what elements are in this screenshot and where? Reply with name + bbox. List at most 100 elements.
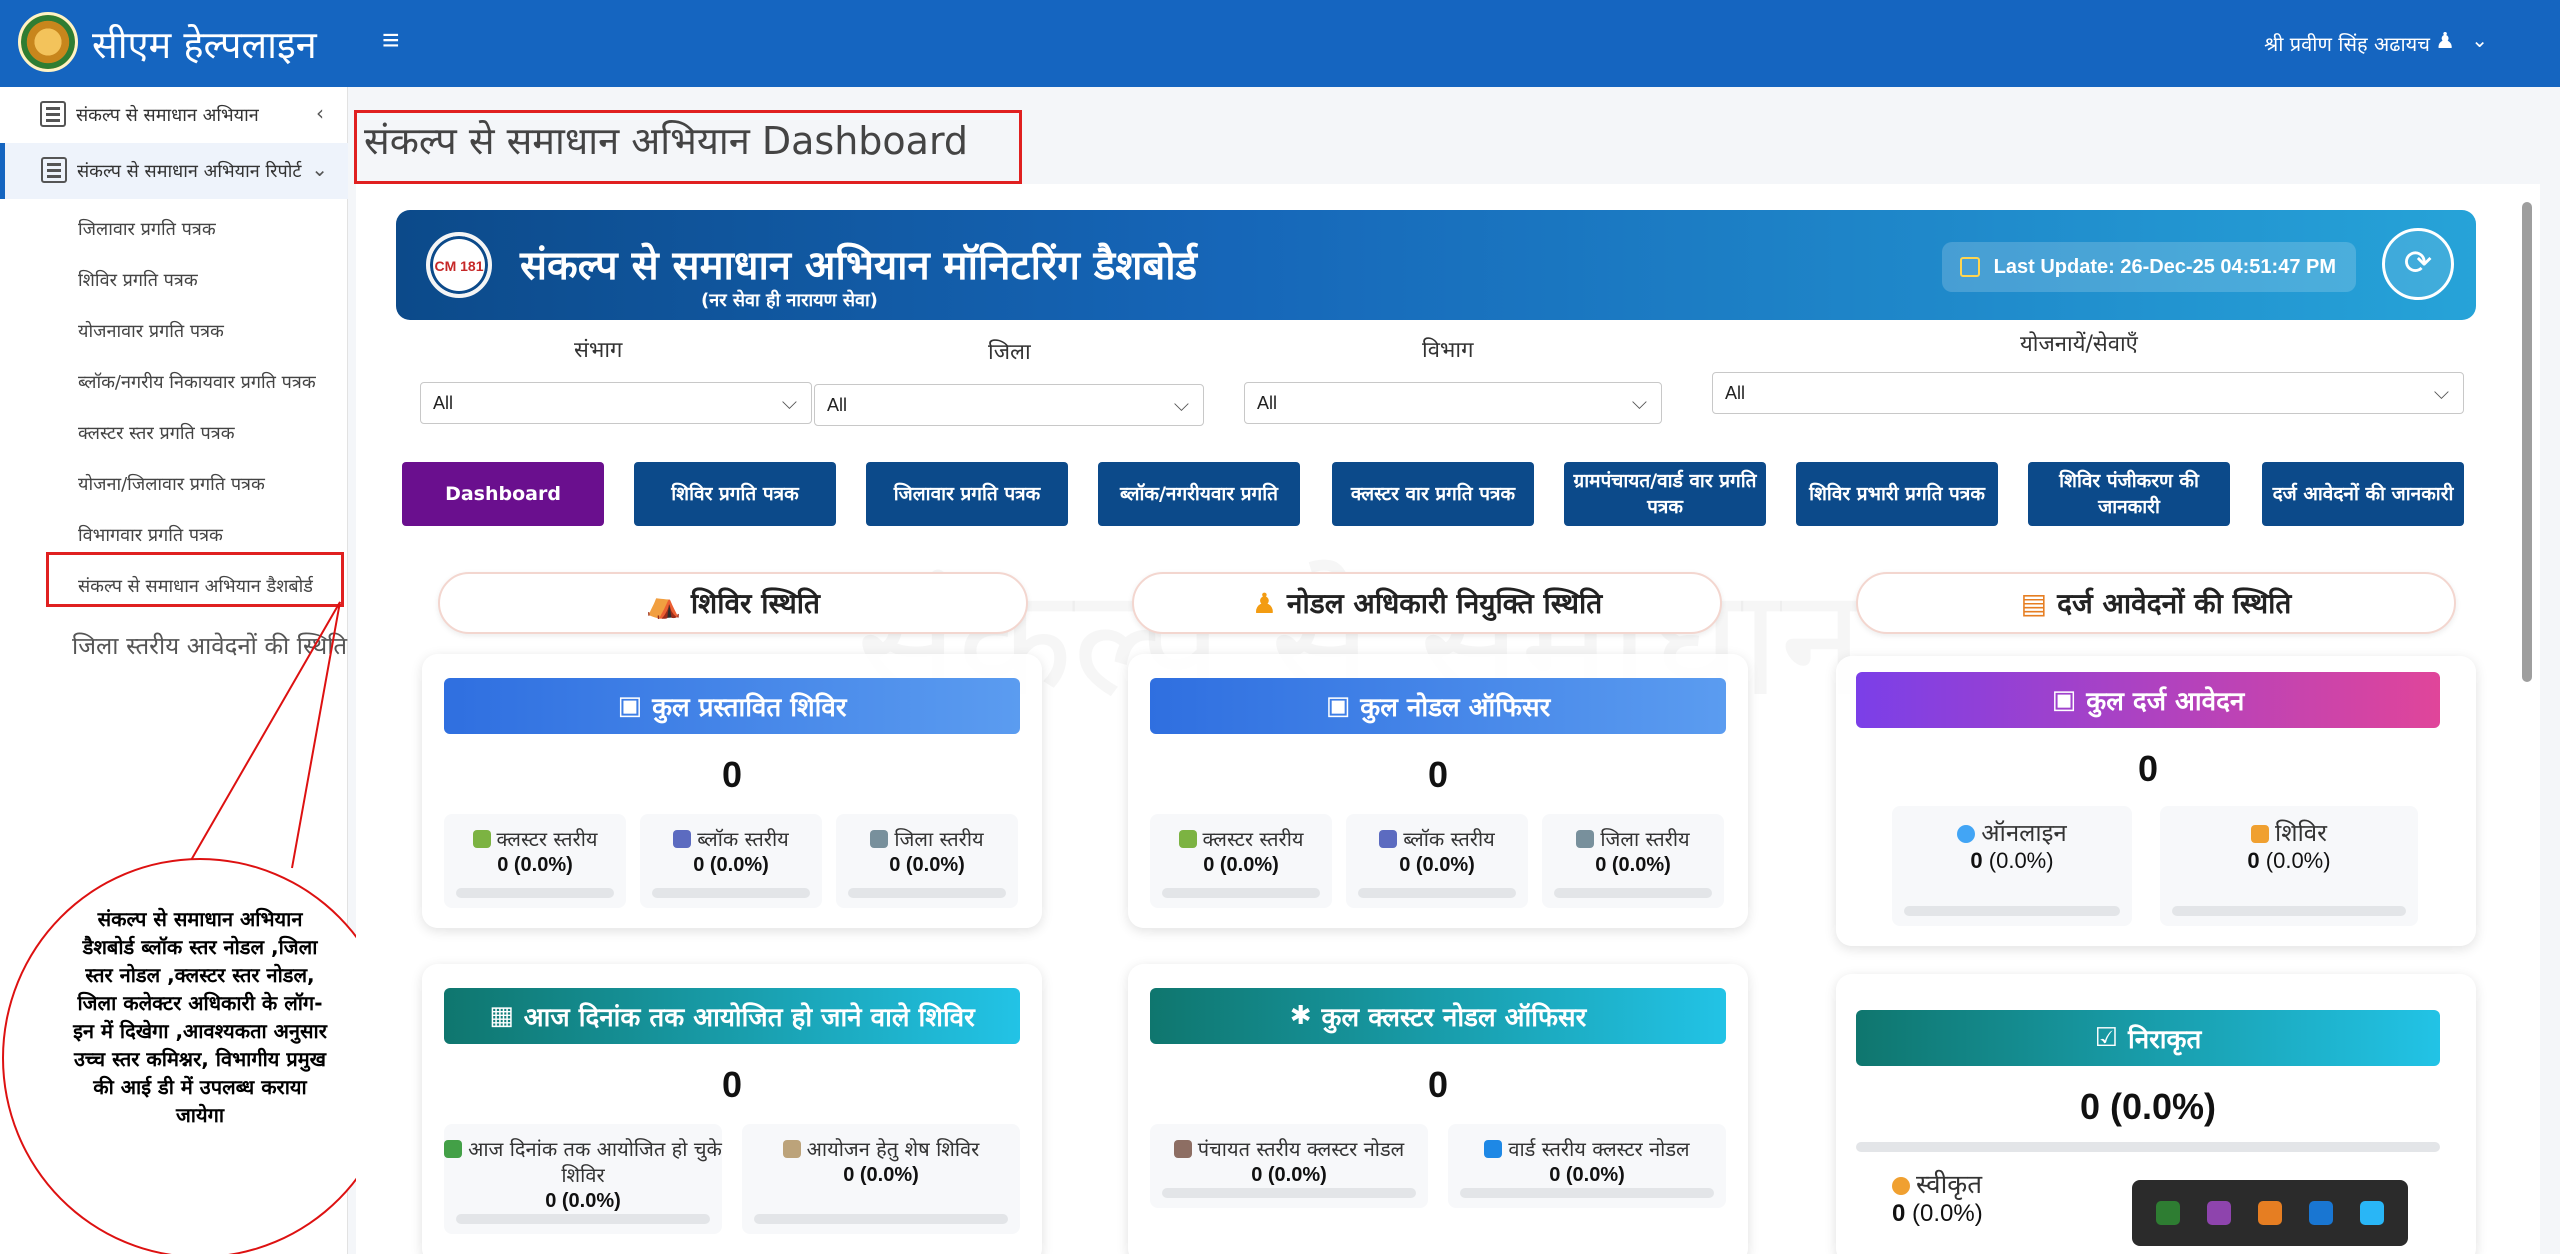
stat-value: 0 (0.0%) <box>843 1164 919 1186</box>
sidebar-subitem[interactable]: योजना/जिलावार प्रगति पत्रक <box>0 459 348 510</box>
stat-label: शिविर <box>2275 819 2327 847</box>
bank-icon <box>870 830 889 848</box>
building-icon <box>1379 830 1398 848</box>
warning-icon[interactable] <box>2360 1201 2385 1225</box>
stat-value: 0 (0.0%) <box>1595 854 1671 876</box>
sidebar-subitem[interactable]: शिविर प्रगति पत्रक <box>0 255 348 306</box>
building-icon <box>41 157 67 183</box>
tab-dashboard[interactable]: Dashboard <box>402 462 604 526</box>
progress-bar <box>848 888 1006 898</box>
scrollbar[interactable] <box>2522 202 2532 682</box>
progress-bar <box>754 1214 1008 1224</box>
stat-percent: (0.0%) <box>1982 848 2054 873</box>
sidebar-subitem[interactable]: ब्लॉक/नगरीय निकायवार प्रगति पत्रक <box>0 357 348 408</box>
chevron-left-icon[interactable]: ‹ <box>316 101 324 125</box>
filter-label-department: विभाग <box>1422 338 1474 363</box>
tent-icon: ⛺ <box>646 586 681 620</box>
stat-cluster: क्लस्टर स्तरीय 0 (0.0%) <box>444 814 626 908</box>
select-value: All <box>433 393 454 413</box>
chevron-down-icon: ⌵ <box>1173 394 1189 416</box>
checkbox-icon <box>444 1140 463 1158</box>
pen-icon[interactable] <box>2206 1201 2231 1225</box>
stat-panchayat-nodal: पंचायत स्तरीय क्लस्टर नोडल 0 (0.0%) <box>1150 1124 1428 1208</box>
progress-bar <box>1904 906 2120 916</box>
stat-block: ब्लॉक स्तरीय 0 (0.0%) <box>1346 814 1528 908</box>
chevron-down-icon[interactable]: ⌄ <box>311 157 328 181</box>
tent-icon <box>2251 825 2270 843</box>
division-select[interactable]: All ⌵ <box>420 382 812 424</box>
stat-label: जिला स्तरीय <box>894 827 984 851</box>
refresh-button[interactable]: ⟳ <box>2382 228 2454 300</box>
tab-district-progress[interactable]: जिलावार प्रगति पत्रक <box>866 462 1068 526</box>
tab-camp-registration[interactable]: शिविर पंजीकरण की जानकारी <box>2028 462 2230 526</box>
sidebar-subitem[interactable]: जिलावार प्रगति पत्रक <box>0 204 348 255</box>
user-icon[interactable]: ♟ <box>2435 28 2455 54</box>
tab-panchayat-progress[interactable]: ग्रामपंचायत/वार्ड वार प्रगति पत्रक <box>1564 462 1766 526</box>
stat-camps-held: आज दिनांक तक आयोजित हो चुके शिविर 0 (0.0… <box>444 1124 722 1234</box>
tab-camp-progress[interactable]: शिविर प्रगति पत्रक <box>634 462 836 526</box>
dashboard-content: संकल्प से समाधान CM 181 संकल्प से समाधान… <box>356 184 2540 1254</box>
hourglass-icon <box>782 1140 801 1158</box>
banner-subtitle: (नर सेवा ही नारायण सेवा) <box>701 290 878 311</box>
tab-applications-info[interactable]: दर्ज आवेदनों की जानकारी <box>2262 462 2464 526</box>
progress-bar <box>2172 906 2406 916</box>
total-count: 0 <box>721 754 743 795</box>
shield-icon[interactable] <box>2155 1201 2180 1225</box>
progress-bar <box>1162 888 1320 898</box>
tab-cluster-progress[interactable]: क्लस्टर वार प्रगति पत्रक <box>1332 462 1534 526</box>
tab-block-progress[interactable]: ब्लॉक/नगरीयवार प्रगति <box>1098 462 1300 526</box>
stat-cluster: क्लस्टर स्तरीय 0 (0.0%) <box>1150 814 1332 908</box>
chevron-down-icon[interactable]: ⌄ <box>2471 28 2488 53</box>
last-update-badge: Last Update: 26-Dec-25 04:51:47 PM <box>1941 242 2356 292</box>
card-header: ✱ कुल क्लस्टर नोडल ऑफिसर <box>1150 988 1726 1044</box>
chevron-down-icon: ⌵ <box>2433 382 2449 404</box>
district-select[interactable]: All ⌵ <box>814 384 1204 426</box>
stat-district: जिला स्तरीय 0 (0.0%) <box>836 814 1018 908</box>
section-camp-status: ⛺ शिविर स्थिति <box>438 572 1028 634</box>
sidebar-item-abhiyan[interactable]: संकल्प से समाधान अभियान ‹ <box>0 87 348 143</box>
sidebar-subitem[interactable]: योजनावार प्रगति पत्रक <box>0 306 348 357</box>
total-count: 0 <box>1427 1064 1449 1105</box>
callout-text: संकल्प से समाधान अभियान डैशबोर्ड ब्लॉक स… <box>73 907 327 1127</box>
filter-label-district: जिला <box>988 340 1031 365</box>
select-value: All <box>1257 393 1278 413</box>
section-title: दर्ज आवेदनों की स्थिति <box>2057 587 2292 620</box>
tab-camp-incharge[interactable]: शिविर प्रभारी प्रगति पत्रक <box>1796 462 1998 526</box>
calendar-icon <box>1959 257 1980 277</box>
stat-label: ऑनलाइन <box>1981 819 2067 847</box>
stat-value: 0 <box>1892 1200 1906 1227</box>
stat-district: जिला स्तरीय 0 (0.0%) <box>1542 814 1724 908</box>
hamburger-icon[interactable]: ≡ <box>382 24 400 58</box>
progress-bar <box>1856 1142 2440 1152</box>
filter-label-schemes: योजनायें/सेवाएँ <box>2020 332 2138 357</box>
card-header: ▦ आज दिनांक तक आयोजित हो जाने वाले शिविर <box>444 988 1020 1044</box>
select-value: All <box>827 395 848 415</box>
cluster-icon: ✱ <box>1289 1001 1312 1031</box>
filter-label-division: संभाग <box>574 338 623 363</box>
check-icon: ☑ <box>2094 1023 2118 1053</box>
card-header: ▣ कुल नोडल ऑफिसर <box>1150 678 1726 734</box>
card-total-camps: ▣ कुल प्रस्तावित शिविर 0 क्लस्टर स्तरीय 0… <box>422 654 1042 928</box>
stat-percent: (0.0%) <box>2259 848 2331 873</box>
sidebar-level-item[interactable]: जिला स्तरीय आवेदनों की स्थिति <box>0 629 348 662</box>
stat-label: पंचायत स्तरीय क्लस्टर नोडल <box>1197 1137 1405 1161</box>
security-icon[interactable] <box>2309 1201 2334 1225</box>
schemes-select[interactable]: All ⌵ <box>1712 372 2464 414</box>
office-icon[interactable] <box>2257 1201 2282 1225</box>
department-select[interactable]: All ⌵ <box>1244 382 1662 424</box>
sidebar-item-abhiyan-report[interactable]: संकल्प से समाधान अभियान रिपोर्ट ⌄ <box>0 143 348 199</box>
section-title: शिविर स्थिति <box>690 587 820 620</box>
last-update-text: Last Update: 26-Dec-25 04:51:47 PM <box>1993 256 2336 278</box>
stat-value: 0 (0.0%) <box>1549 1164 1625 1186</box>
cm-helpline-logo <box>18 12 78 72</box>
user-name[interactable]: श्री प्रवीण सिंह अढायच <box>2264 30 2430 57</box>
stat-value: 0 (0.0%) <box>693 854 769 876</box>
sidebar-subitem[interactable]: क्लस्टर स्तर प्रगति पत्रक <box>0 408 348 459</box>
chevron-down-icon: ⌵ <box>781 392 797 414</box>
total-count: 0 <box>2137 748 2159 789</box>
total-count: 0 (0.0%) <box>2079 1086 2217 1127</box>
cm-181-logo: CM 181 <box>426 232 492 298</box>
stat-label: ब्लॉक स्तरीय <box>1403 827 1495 851</box>
stat-value: 0 (0.0%) <box>1251 1164 1327 1186</box>
highlight-box <box>354 110 1022 184</box>
